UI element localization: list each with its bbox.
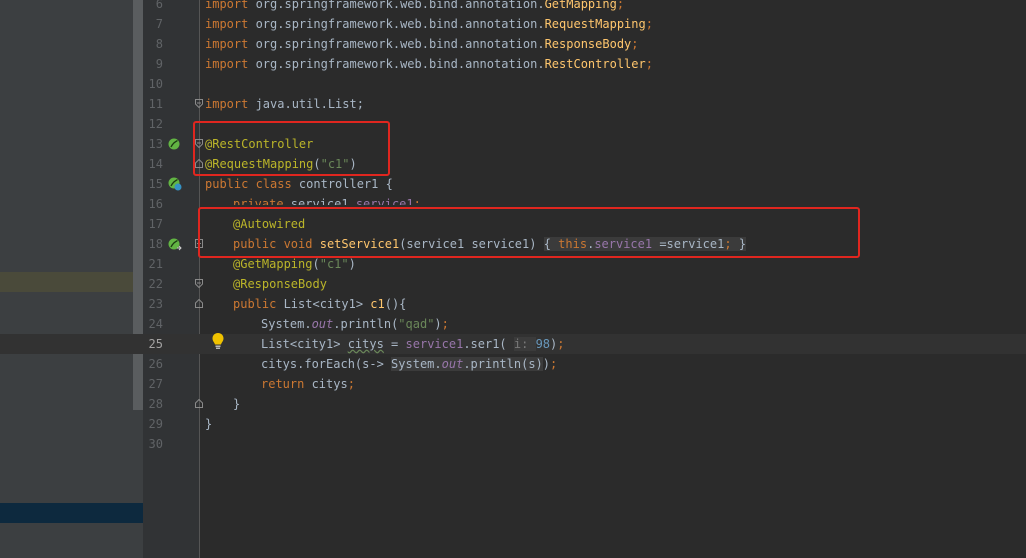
code-text[interactable]: import org.springframework.web.bind.anno… (205, 54, 653, 74)
code-line[interactable]: 10 (0, 74, 1026, 94)
project-tree-active-row[interactable] (0, 503, 143, 523)
code-line[interactable]: 9 import org.springframework.web.bind.an… (0, 54, 1026, 74)
code-text[interactable]: return citys; (261, 374, 355, 394)
line-number: 26 (148, 357, 163, 371)
code-line[interactable]: 14 @RequestMapping("c1") (0, 154, 1026, 174)
line-number: 28 (148, 397, 163, 411)
line-number: 13 (148, 137, 163, 151)
code-text[interactable]: import org.springframework.web.bind.anno… (205, 14, 653, 34)
line-number: 12 (148, 117, 163, 131)
fold-marker-icon[interactable] (195, 99, 203, 108)
line-number: 14 (148, 157, 163, 171)
highlight-box-class-annotations (193, 121, 390, 176)
line-number: 29 (148, 417, 163, 431)
line-number: 25 (148, 337, 163, 351)
line-number: 10 (148, 77, 163, 91)
code-text[interactable]: public class controller1 { (205, 174, 393, 194)
line-number: 21 (148, 257, 163, 271)
fold-marker-icon[interactable] (195, 299, 203, 308)
code-line[interactable]: 22 @ResponseBody (0, 274, 1026, 294)
line-number: 17 (148, 217, 163, 231)
code-line[interactable]: 6 import org.springframework.web.bind.an… (0, 0, 1026, 14)
code-line[interactable]: 15 public class controller1 { (0, 174, 1026, 194)
code-text[interactable]: import java.util.List; (205, 94, 364, 114)
code-text[interactable]: System.out.println("qad"); (261, 314, 449, 334)
intention-bulb-icon[interactable] (211, 332, 225, 350)
highlight-box-autowired-setter (198, 207, 860, 258)
fold-marker-icon[interactable] (195, 279, 203, 288)
code-line[interactable]: 7 import org.springframework.web.bind.an… (0, 14, 1026, 34)
code-line[interactable]: 13 @RestController (0, 134, 1026, 154)
line-number: 23 (148, 297, 163, 311)
line-number: 11 (148, 97, 163, 111)
autowired-bean-icon[interactable] (168, 237, 182, 251)
code-text[interactable]: import org.springframework.web.bind.anno… (205, 0, 624, 14)
line-number: 18 (148, 237, 163, 251)
current-code-line[interactable]: 25 List<city1> citys = service1.ser1( i:… (0, 334, 1026, 354)
line-number: 24 (148, 317, 163, 331)
code-text[interactable]: } (205, 414, 212, 434)
code-text[interactable]: @ResponseBody (233, 274, 327, 294)
project-panel-footer (0, 523, 143, 558)
code-text[interactable]: List<city1> citys = service1.ser1( i: 98… (261, 334, 565, 354)
line-number: 27 (148, 377, 163, 391)
spring-bean-icon[interactable] (168, 137, 180, 151)
line-number: 22 (148, 277, 163, 291)
code-line[interactable]: 27 return citys; (0, 374, 1026, 394)
line-number: 7 (155, 17, 163, 31)
code-line[interactable]: 29 } (0, 414, 1026, 434)
code-line[interactable]: 23 public List<city1> c1(){ (0, 294, 1026, 314)
code-text[interactable]: citys.forEach(s-> System.out.println(s))… (261, 354, 557, 374)
line-number: 9 (155, 57, 163, 71)
line-number: 30 (148, 437, 163, 451)
code-text[interactable]: public List<city1> c1(){ (233, 294, 406, 314)
code-line[interactable]: 28 } (0, 394, 1026, 414)
line-number: 15 (148, 177, 163, 191)
line-number: 6 (155, 0, 163, 11)
spring-mapping-icon[interactable] (168, 177, 182, 191)
line-number: 16 (148, 197, 163, 211)
code-line[interactable]: 12 (0, 114, 1026, 134)
code-text[interactable]: } (233, 394, 240, 414)
ide-window: 6 import org.springframework.web.bind.an… (0, 0, 1026, 558)
line-number: 8 (155, 37, 163, 51)
parameter-hint: i: (513, 337, 536, 351)
code-text[interactable]: import org.springframework.web.bind.anno… (205, 34, 639, 54)
code-line[interactable]: 24 System.out.println("qad"); (0, 314, 1026, 334)
code-line[interactable]: 8 import org.springframework.web.bind.an… (0, 34, 1026, 54)
code-line[interactable]: 30 (0, 434, 1026, 454)
code-line[interactable]: 26 citys.forEach(s-> System.out.println(… (0, 354, 1026, 374)
code-line[interactable]: 11 import java.util.List; (0, 94, 1026, 114)
fold-marker-icon[interactable] (195, 399, 203, 408)
